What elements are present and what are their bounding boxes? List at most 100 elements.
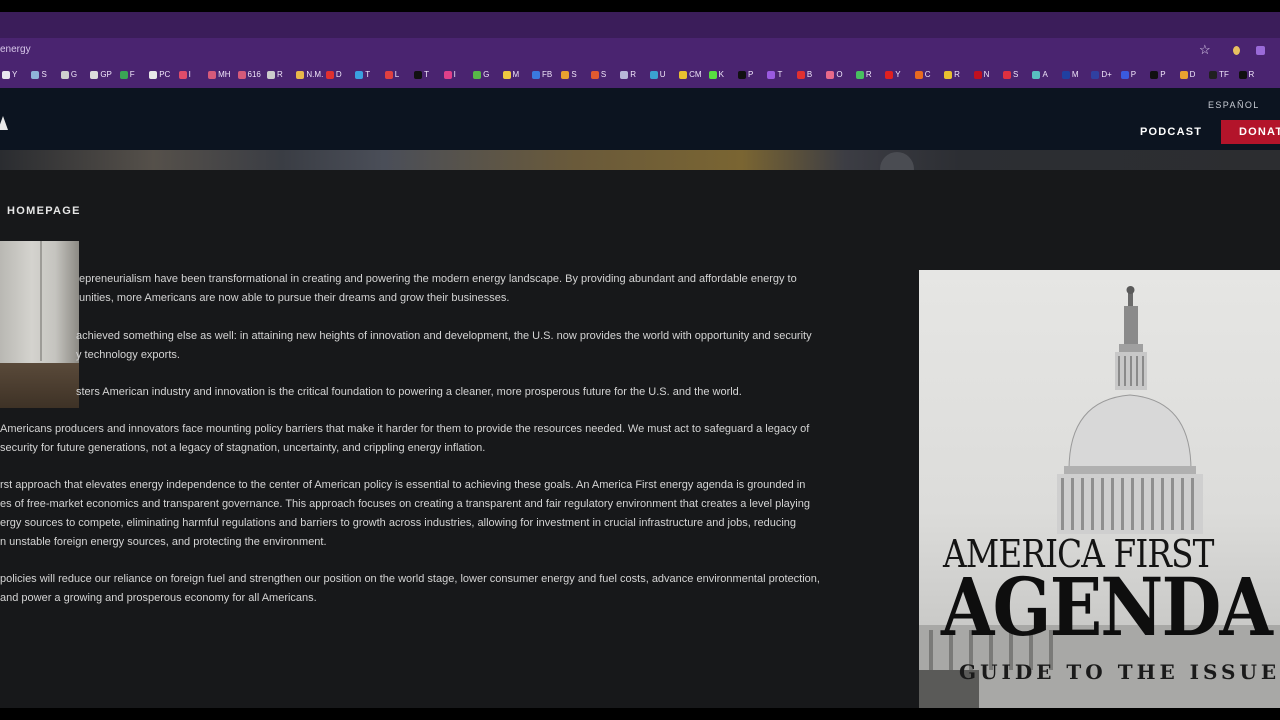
video-thumbnail[interactable] [0,241,79,408]
bookmark-item[interactable]: P [1120,70,1136,79]
bookmark-item[interactable]: TF [1209,70,1229,79]
article-paragraph: epreneurialism have been transformationa… [79,270,797,308]
bookmark-item[interactable]: C [914,70,931,79]
bookmark-label: L [394,70,400,79]
bookmark-favicon-icon [914,70,923,79]
bookmark-favicon-icon [1003,70,1012,79]
bookmark-item[interactable]: M [1061,70,1079,79]
nav-podcast-link[interactable]: PODCAST [1140,126,1202,138]
bookmark-label: CM [689,70,702,79]
bookmarks-bar: Y S G GP F PC I MH 616 R N.M. D T L T I G M FB S S R U CM K P T B O R… [0,64,1280,88]
bookmark-item[interactable]: R [944,70,960,79]
bookmark-item[interactable]: I [178,70,191,79]
bookmark-item[interactable]: M [502,70,519,79]
bookmark-item[interactable]: GP [90,70,112,79]
bookmark-item[interactable]: N [973,70,989,79]
bookmark-item[interactable]: MH [208,70,231,79]
bookmark-item[interactable]: FB [531,70,552,79]
bookmark-item[interactable]: S [31,70,47,79]
bookmark-favicon-icon [355,70,364,79]
extension-icon[interactable] [1233,46,1240,55]
hero-banner-strip [0,150,1280,186]
agenda-poster-image[interactable]: AMERICA FIRST AGENDA GUIDE TO THE ISSUE [919,270,1280,708]
bookmark-favicon-icon [1150,70,1159,79]
browser-address-bar[interactable]: energy ☆ [0,38,1280,64]
bookmark-item[interactable]: L [384,70,400,79]
bookmark-favicon-icon [826,70,835,79]
bookmark-label: GP [100,70,112,79]
bookmark-favicon-icon [1061,70,1070,79]
bookmark-item[interactable]: R [855,70,872,79]
bookmark-item[interactable]: O [826,70,843,79]
bookmark-item[interactable]: PC [149,70,170,79]
bookmark-item[interactable]: G [473,70,489,79]
bookmark-favicon-icon [443,70,452,79]
paragraph-line: policies will reduce our reliance on for… [0,573,820,585]
bookmark-favicon-icon [796,70,805,79]
bookmark-label: T [365,70,371,79]
bookmark-label: U [659,70,666,79]
star-icon[interactable]: ☆ [1199,42,1211,58]
bookmark-favicon-icon [1032,70,1041,79]
bookmark-favicon-icon [178,70,187,79]
bookmark-favicon-icon [649,70,658,79]
bookmark-item[interactable]: D [1179,70,1196,79]
bookmark-item[interactable]: U [649,70,666,79]
bookmark-item[interactable]: S [561,70,577,79]
bookmark-label: 616 [247,70,261,79]
bookmark-favicon-icon [473,70,482,79]
bookmark-item[interactable]: P [738,70,753,79]
bookmark-favicon-icon [149,70,158,79]
bookmark-item[interactable]: D [325,70,342,79]
bookmark-label: MH [218,70,231,79]
bookmark-item[interactable]: S [590,70,606,79]
bookmark-item[interactable]: 616 [237,70,261,79]
extension-icon[interactable] [1256,46,1265,55]
triangle-logo-icon[interactable] [0,116,8,130]
bookmark-label: G [70,70,78,79]
bookmark-item[interactable]: I [443,70,456,79]
bookmark-item[interactable]: S [1003,70,1018,79]
bookmark-item[interactable]: K [708,70,724,79]
bookmark-favicon-icon [119,70,128,79]
bookmark-label: R [865,70,872,79]
paragraph-line: rst approach that elevates energy indepe… [0,479,806,491]
breadcrumb-homepage[interactable]: HOMEPAGE [7,205,81,217]
bookmark-item[interactable]: D+ [1091,70,1112,79]
url-text[interactable]: energy [0,44,31,55]
bookmark-item[interactable]: R [1238,70,1254,79]
bookmark-favicon-icon [1179,70,1188,79]
bookmark-favicon-icon [855,70,864,79]
bookmark-item[interactable]: B [796,70,812,79]
bookmark-favicon-icon [1209,70,1218,79]
bookmark-label: C [924,70,931,79]
bookmark-item[interactable]: Y [885,70,901,79]
bookmark-item[interactable]: T [414,70,429,79]
bookmark-favicon-icon [237,70,246,79]
bookmark-item[interactable]: T [355,70,370,79]
bookmark-item[interactable]: Y [2,70,17,79]
bookmark-item[interactable]: T [767,70,782,79]
bookmark-favicon-icon [944,70,953,79]
bookmark-label: R [630,70,637,79]
bookmark-item[interactable]: R [620,70,636,79]
bookmark-item[interactable]: P [1150,70,1166,79]
bookmark-label: F [129,70,135,79]
bookmark-favicon-icon [2,70,10,79]
bookmark-item[interactable]: G [60,70,78,79]
bookmark-label: TF [1219,70,1229,79]
bookmark-item[interactable]: F [119,70,135,79]
paragraph-line: security for future generations, not a l… [0,442,486,454]
bookmark-item[interactable]: N.M. [296,70,323,79]
language-toggle[interactable]: ESPAÑOL [1208,100,1260,110]
bookmark-label: M [1071,70,1079,79]
bookmark-label: PC [159,70,171,79]
poster-subtitle: GUIDE TO THE ISSUE [959,660,1280,684]
donate-button[interactable]: DONAT [1221,120,1280,144]
paragraph-line: Americans producers and innovators face … [0,423,810,435]
bookmark-label: D [1189,70,1196,79]
paragraph-line: ergy sources to compete, eliminating har… [0,517,797,529]
bookmark-item[interactable]: R [266,70,283,79]
bookmark-item[interactable]: A [1032,70,1048,79]
bookmark-item[interactable]: CM [679,70,702,79]
